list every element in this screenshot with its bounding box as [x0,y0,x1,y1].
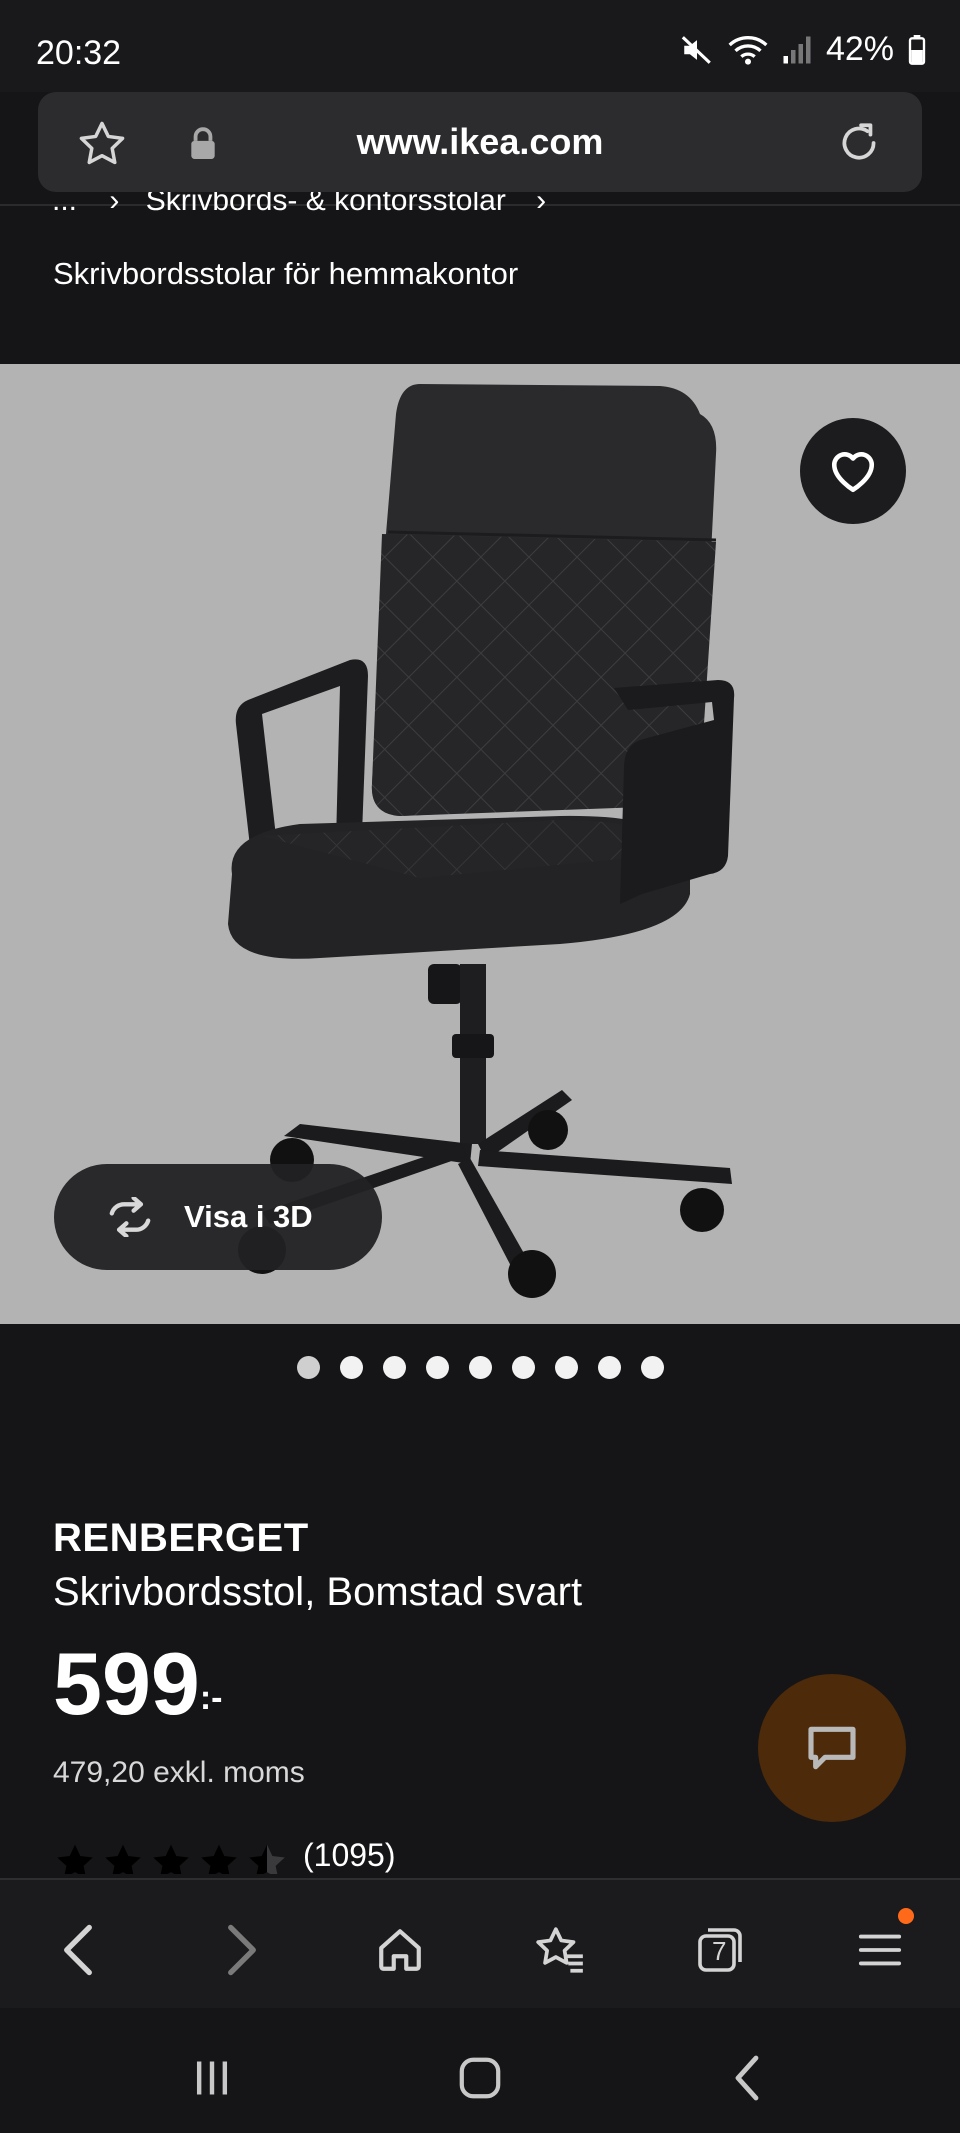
battery-percentage: 42% [825,30,894,68]
wifi-icon [728,35,768,65]
heart-icon [831,452,875,493]
breadcrumb-current[interactable]: Skrivbordsstolar för hemmakontor [53,256,518,292]
browser-toolbar: 7 [0,1878,960,2010]
url-text[interactable]: www.ikea.com [38,121,922,163]
system-home-button[interactable] [440,2048,520,2108]
product-rating[interactable]: (1095) [53,1836,396,1874]
tabs-button[interactable]: 7 [680,1910,760,1990]
carousel-dot[interactable] [597,1356,621,1379]
breadcrumb-item[interactable]: Skrivbords- & kontorsstolar [146,192,506,217]
price-suffix: :- [199,1679,223,1717]
tab-count: 7 [712,1936,727,1966]
back-button[interactable] [38,1910,118,1990]
signal-icon [783,36,811,63]
recent-apps-icon [196,2061,228,2095]
status-time: 20:32 [36,34,122,72]
breadcrumb-ellipsis[interactable]: ... [52,192,77,217]
reload-icon[interactable] [834,118,884,168]
carousel-dot[interactable] [339,1356,363,1379]
breadcrumb: ... › Skrivbords- & kontorsstolar › [52,192,546,232]
product-name: RENBERGET [53,1516,309,1560]
star-icon [105,1844,141,1874]
star-icon [201,1844,237,1874]
chevron-right-icon [228,1924,256,1976]
rating-stars [53,1841,289,1874]
rotate-3d-icon [109,1197,151,1237]
chevron-left-icon [64,1924,92,1976]
address-bar[interactable]: www.ikea.com [38,92,922,192]
status-bar: 20:32 42% [0,0,960,92]
carousel-dot[interactable] [296,1356,320,1379]
chevron-right-icon: › [536,192,547,217]
price: 599 :- [53,1640,222,1728]
back-arrow-icon [735,2055,759,2101]
carousel-dot[interactable] [640,1356,664,1379]
favorite-button[interactable] [800,418,906,524]
recent-apps-button[interactable] [172,2048,252,2108]
home-icon [379,1929,421,1971]
chat-button[interactable] [758,1674,906,1822]
carousel-dot[interactable] [425,1356,449,1379]
system-navigation-bar [0,2008,960,2133]
view-in-3d-label: Visa i 3D [184,1199,313,1234]
carousel-dot[interactable] [468,1356,492,1379]
bookmarks-button[interactable] [520,1910,600,1990]
battery-icon [908,34,926,65]
image-carousel-indicator [0,1356,960,1379]
star-icon [57,1844,93,1874]
status-icons: 42% [680,30,926,69]
bookmark-list-icon [536,1927,583,1973]
system-back-button[interactable] [708,2048,788,2108]
mute-icon [681,35,711,64]
chevron-right-icon: › [109,192,120,217]
carousel-dot[interactable] [554,1356,578,1379]
star-icon [153,1844,189,1874]
home-button[interactable] [360,1910,440,1990]
product-description: Skrivbordsstol, Bomstad svart [53,1570,583,1614]
menu-button[interactable] [840,1908,920,1990]
price-excl-vat: 479,20 exkl. moms [53,1756,305,1789]
star-icon [249,1844,285,1874]
chat-icon [808,1726,856,1770]
rating-count: (1095) [303,1836,396,1873]
price-value: 599 [53,1634,200,1733]
forward-button[interactable] [202,1910,282,1990]
carousel-dot[interactable] [511,1356,535,1379]
view-in-3d-button[interactable]: Visa i 3D [54,1164,382,1270]
carousel-dot[interactable] [382,1356,406,1379]
notification-dot [898,1908,914,1924]
menu-icon [858,1934,902,1966]
home-square-icon [459,2057,501,2099]
